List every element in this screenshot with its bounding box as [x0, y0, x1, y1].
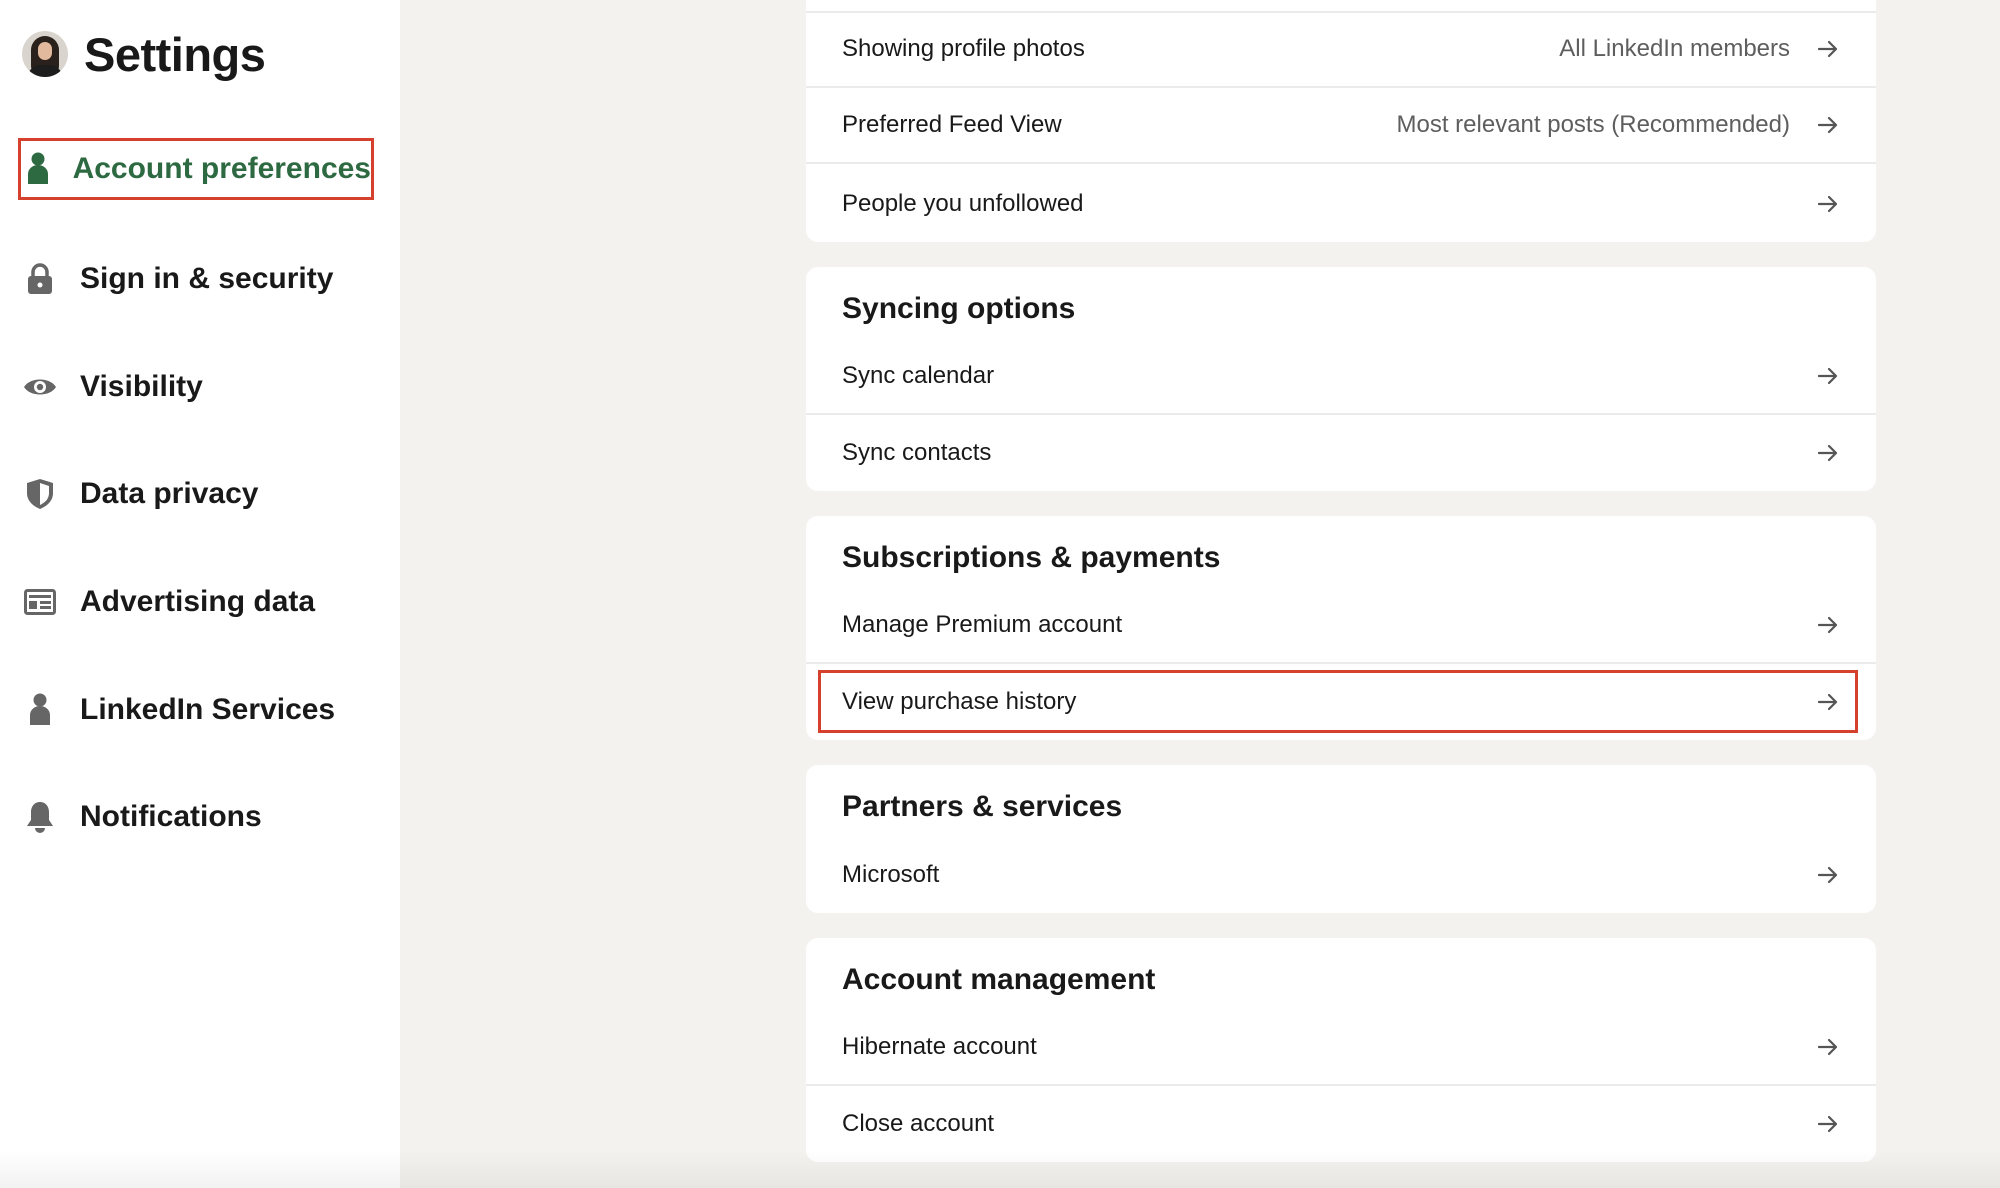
close-account-row[interactable]: Close account: [806, 1086, 1876, 1162]
sidebar-item-sign-in-security[interactable]: Sign in & security: [18, 248, 374, 310]
row-label: Microsoft: [842, 861, 940, 888]
arrow-right-icon: [1814, 35, 1842, 63]
arrow-right-icon: [1814, 190, 1842, 218]
arrow-right-icon: [1814, 688, 1842, 716]
sidebar-header: Settings: [22, 27, 266, 81]
person-icon: [20, 690, 60, 730]
syncing-options-card: Syncing options Sync calendar Sync conta…: [806, 267, 1876, 491]
arrow-right-icon: [1814, 1110, 1842, 1138]
row-value: All LinkedIn members: [1559, 35, 1790, 62]
ad-icon: [20, 582, 60, 622]
sidebar-item-label: LinkedIn Services: [80, 693, 336, 726]
row-label: Hibernate account: [842, 1033, 1037, 1060]
sidebar-item-visibility[interactable]: Visibility: [18, 356, 374, 418]
sidebar-item-label: Sign in & security: [80, 262, 334, 295]
section-title: Syncing options: [842, 292, 1076, 325]
section-title: Subscriptions & payments: [842, 541, 1221, 574]
row-label: Sync calendar: [842, 362, 995, 389]
sidebar-item-label: Notifications: [80, 800, 262, 833]
sidebar-item-account-preferences[interactable]: Account preferences: [18, 138, 374, 200]
partners-services-card: Partners & services Microsoft: [806, 765, 1876, 913]
general-preferences-card: Showing profile photos All LinkedIn memb…: [806, 0, 1876, 242]
eye-icon: [20, 367, 60, 407]
sidebar-item-label: Data privacy: [80, 477, 259, 510]
row-label: Manage Premium account: [842, 611, 1123, 638]
sync-contacts-row[interactable]: Sync contacts: [806, 415, 1876, 491]
sidebar-item-advertising-data[interactable]: Advertising data: [18, 571, 374, 633]
view-purchase-history-row[interactable]: View purchase history: [806, 664, 1876, 740]
divider: [806, 11, 1876, 13]
bell-icon: [20, 797, 60, 837]
section-title: Partners & services: [842, 790, 1123, 823]
sidebar-item-label: Account preferences: [72, 152, 371, 185]
subscriptions-payments-card: Subscriptions & payments Manage Premium …: [806, 516, 1876, 740]
sidebar-item-notifications[interactable]: Notifications: [18, 786, 374, 848]
arrow-right-icon: [1814, 1033, 1842, 1061]
account-management-card: Account management Hibernate account Clo…: [806, 938, 1876, 1162]
hibernate-account-row[interactable]: Hibernate account: [806, 1010, 1876, 1086]
row-label: Showing profile photos: [842, 35, 1085, 62]
arrow-right-icon: [1814, 611, 1842, 639]
avatar[interactable]: [22, 31, 68, 77]
sidebar-item-linkedin-services[interactable]: LinkedIn Services: [18, 679, 374, 741]
preferred-feed-view-row[interactable]: Preferred Feed View Most relevant posts …: [806, 88, 1876, 164]
row-label: View purchase history: [842, 688, 1077, 715]
manage-premium-account-row[interactable]: Manage Premium account: [806, 588, 1876, 664]
row-label: Preferred Feed View: [842, 111, 1062, 138]
arrow-right-icon: [1814, 861, 1842, 889]
sidebar-item-label: Visibility: [80, 370, 203, 403]
shield-icon: [20, 474, 60, 514]
page-title: Settings: [84, 27, 266, 81]
sidebar-item-data-privacy[interactable]: Data privacy: [18, 463, 374, 525]
settings-sidebar: Settings Account preferences Sign in & s…: [0, 0, 400, 1188]
arrow-right-icon: [1814, 362, 1842, 390]
row-value: Most relevant posts (Recommended): [1396, 111, 1791, 138]
microsoft-row[interactable]: Microsoft: [806, 837, 1876, 913]
row-label: People you unfollowed: [842, 190, 1084, 217]
row-label: Sync contacts: [842, 439, 992, 466]
person-icon: [23, 149, 53, 189]
lock-icon: [20, 259, 60, 299]
people-you-unfollowed-row[interactable]: People you unfollowed: [806, 166, 1876, 242]
row-label: Close account: [842, 1110, 995, 1137]
sync-calendar-row[interactable]: Sync calendar: [806, 339, 1876, 415]
showing-profile-photos-row[interactable]: Showing profile photos All LinkedIn memb…: [806, 12, 1876, 88]
arrow-right-icon: [1814, 439, 1842, 467]
section-title: Account management: [842, 963, 1156, 996]
arrow-right-icon: [1814, 111, 1842, 139]
sidebar-item-label: Advertising data: [80, 585, 316, 618]
